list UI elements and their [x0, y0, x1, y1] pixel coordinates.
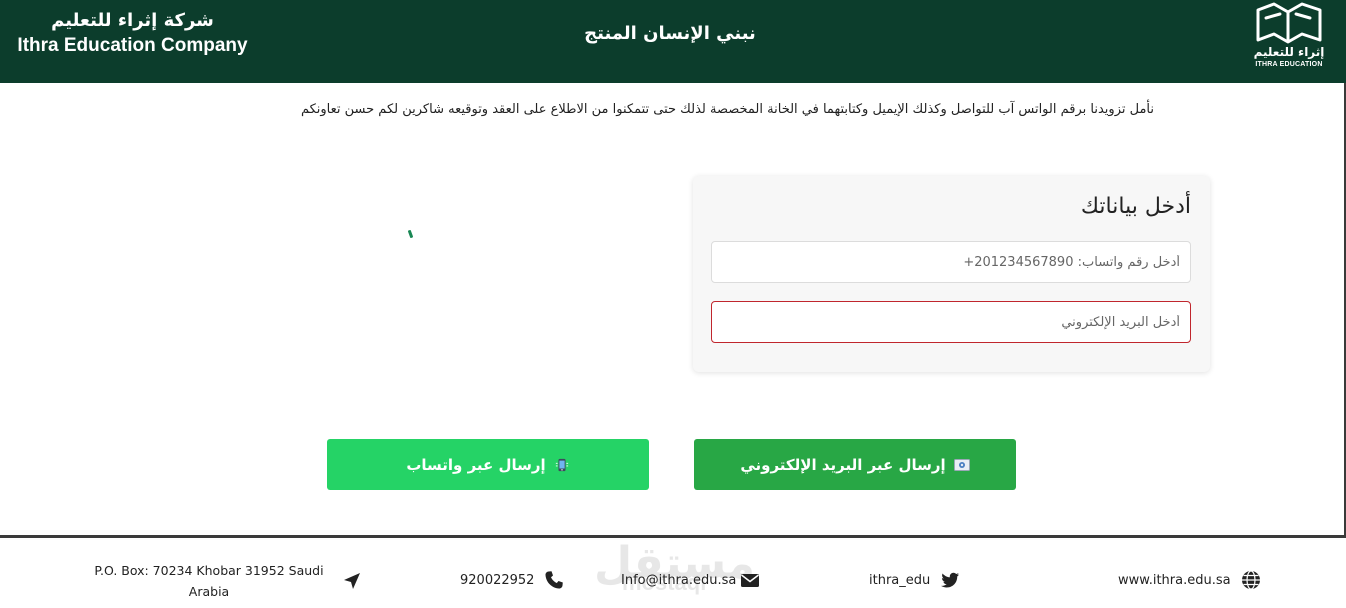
- footer-address: P.O. Box: 70234 Khobar 31952 Saudi Arabi…: [94, 560, 362, 602]
- data-entry-card: أدخل بياناتك: [693, 176, 1210, 372]
- twitter-icon: [941, 572, 960, 588]
- intro-message: نأمل تزويدنا برقم الواتس آب للتواصل وكذل…: [300, 102, 1154, 117]
- footer-website[interactable]: www.ithra.edu.sa: [1118, 570, 1261, 590]
- phone-icon: [545, 571, 564, 589]
- email-input[interactable]: [711, 301, 1191, 343]
- ithra-logo[interactable]: إثراء للتعليم ITHRA EDUCATION: [1244, 0, 1334, 76]
- footer-phone[interactable]: 920022952: [460, 570, 564, 590]
- send-email-button[interactable]: إرسال عبر البريد الإلكتروني: [694, 439, 1016, 490]
- send-email-label: إرسال عبر البريد الإلكتروني: [740, 455, 946, 474]
- company-name-arabic: شركة إثراء للتعليم: [51, 10, 214, 31]
- location-arrow-icon: [344, 573, 360, 589]
- footer: مستقل mostaql www.ithra.edu.sa ithra_edu…: [0, 535, 1346, 605]
- email-address: Info@ithra.edu.sa: [621, 572, 737, 588]
- address-text: P.O. Box: 70234 Khobar 31952 Saudi Arabi…: [94, 563, 324, 599]
- company-name-english: Ithra Education Company: [17, 35, 248, 56]
- twitter-handle: ithra_edu: [869, 572, 931, 588]
- send-whatsapp-label: إرسال عبر واتساب: [406, 455, 546, 474]
- header: شركة إثراء للتعليم Ithra Education Compa…: [0, 0, 1346, 83]
- logo-text-arabic: إثراء للتعليم: [1253, 45, 1325, 59]
- globe-icon: [1241, 570, 1260, 590]
- phone-number: 920022952: [460, 572, 535, 588]
- footer-twitter[interactable]: ithra_edu: [869, 570, 960, 590]
- page-title: نبني الإنسان المنتج: [584, 23, 756, 44]
- card-title: أدخل بياناتك: [1080, 194, 1191, 219]
- website-text: www.ithra.edu.sa: [1118, 572, 1231, 588]
- whatsapp-number-input[interactable]: [711, 241, 1191, 283]
- envelope-icon: [741, 574, 760, 587]
- email-icon: [953, 458, 970, 471]
- company-name: شركة إثراء للتعليم Ithra Education Compa…: [0, 8, 265, 58]
- footer-email[interactable]: Info@ithra.edu.sa: [621, 570, 760, 590]
- loading-mark: [407, 229, 414, 239]
- book-logo-icon: [1256, 2, 1322, 44]
- logo-text-english: ITHRA EDUCATION: [1255, 61, 1323, 68]
- main-content: نأمل تزويدنا برقم الواتس آب للتواصل وكذل…: [0, 83, 1346, 535]
- send-whatsapp-button[interactable]: إرسال عبر واتساب: [327, 439, 649, 490]
- mobile-phone-icon: [555, 458, 568, 471]
